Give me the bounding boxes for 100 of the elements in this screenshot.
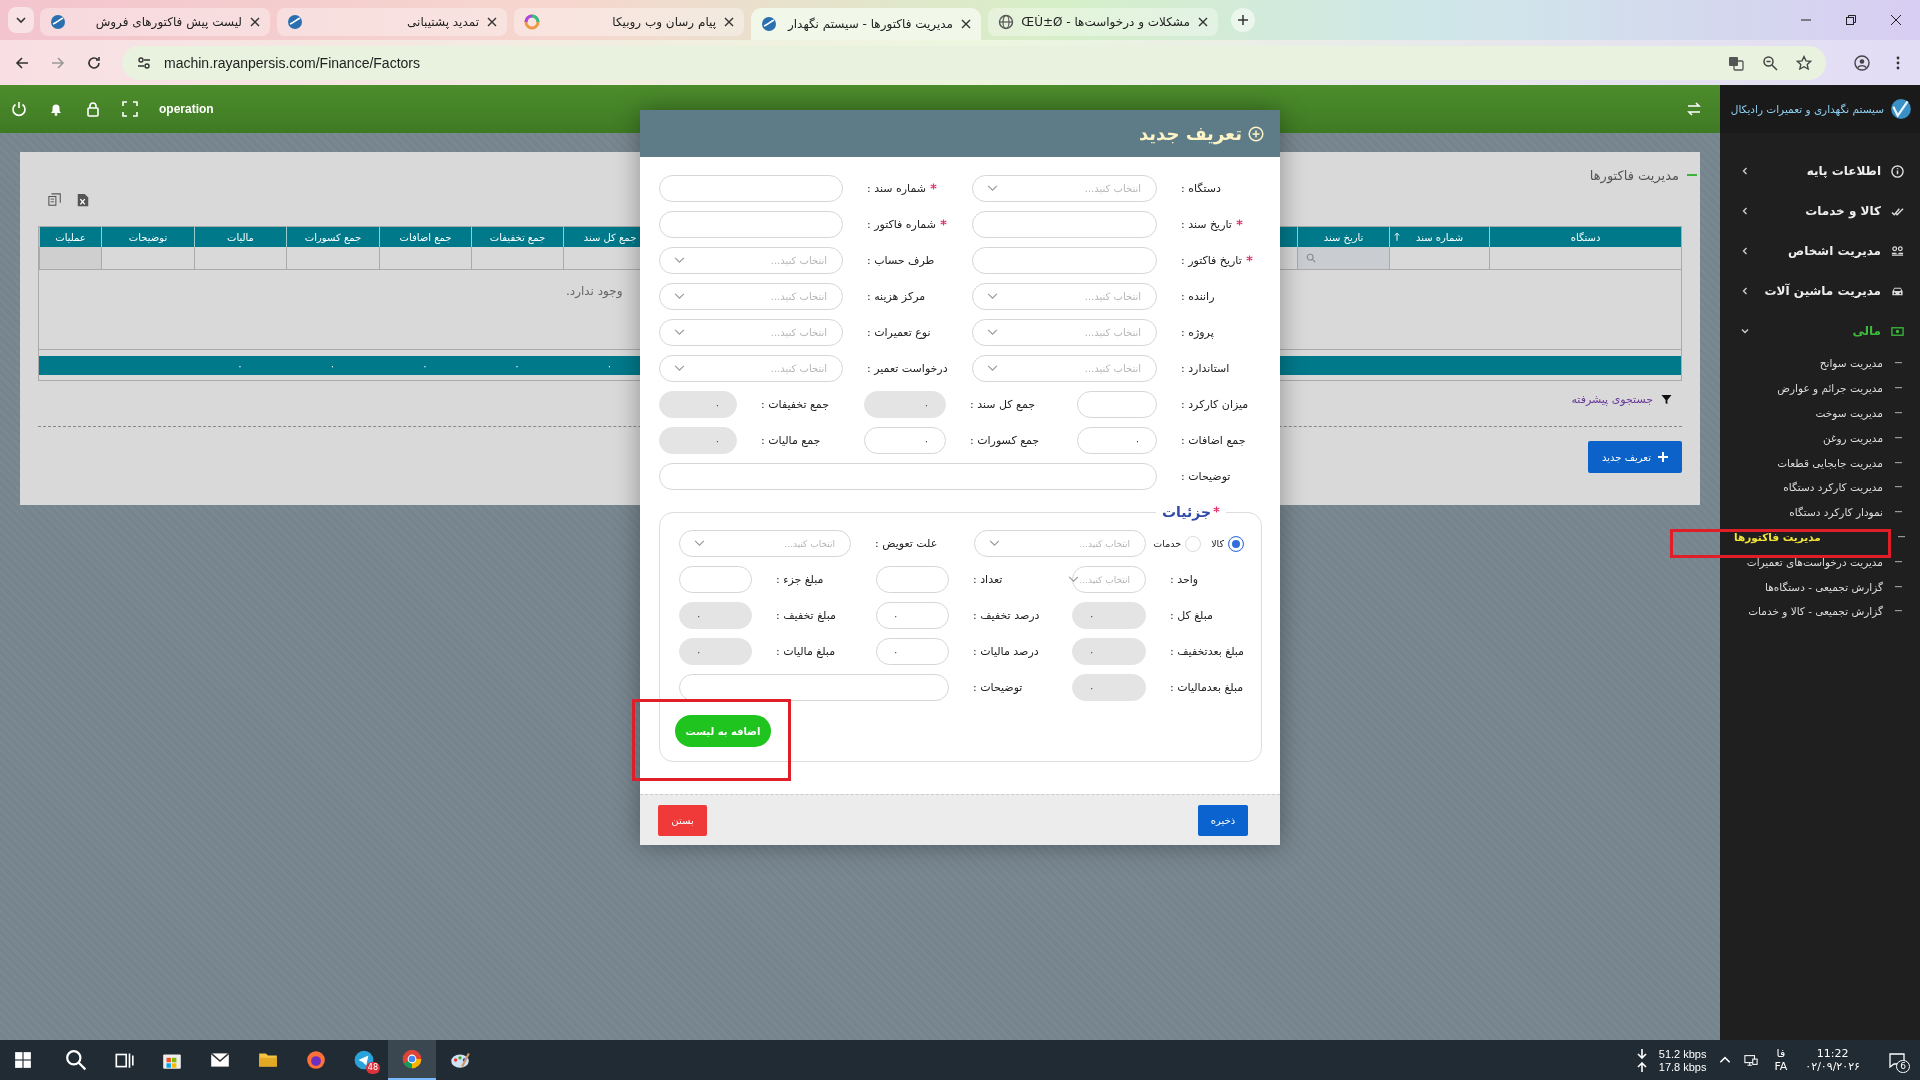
close-icon[interactable] (961, 19, 971, 29)
text-field[interactable]: ۰ (1077, 427, 1157, 454)
readonly-field[interactable]: ۰ (659, 427, 737, 454)
readonly-field[interactable]: ۰ (1072, 638, 1146, 665)
total-value: ۰ (237, 360, 243, 371)
column-header[interactable]: جمع اضافات (379, 227, 471, 247)
advanced-search-link[interactable]: جستجوی پیشرفته (1571, 393, 1653, 406)
chevron-icon (674, 329, 685, 336)
site-settings-icon[interactable] (136, 54, 152, 71)
column-header[interactable]: توضیحات (101, 227, 194, 247)
text-field[interactable] (659, 211, 843, 238)
column-header[interactable]: شماره سند (1389, 227, 1489, 247)
filter-cell[interactable] (1297, 247, 1389, 269)
dash-icon (1895, 461, 1902, 464)
tab-search-button[interactable] (8, 7, 34, 33)
menu-item[interactable]: مدیریت کارکرد دستگاه (1720, 475, 1920, 500)
column-header[interactable]: جمع تخفیفات (471, 227, 563, 247)
page-title: مدیریت فاکتورها (1589, 167, 1679, 183)
browser-tab[interactable]: لیست پیش فاکتورهای فروش (40, 8, 270, 36)
browser-tab[interactable]: تمدید پشتیبانی (277, 8, 507, 36)
close-icon[interactable] (250, 17, 260, 27)
column-header[interactable]: جمع کسورات (286, 227, 379, 247)
reload-icon[interactable] (86, 54, 102, 71)
translate-icon[interactable] (1728, 54, 1744, 71)
menu-item[interactable]: نمودار کارکرد دستگاه (1720, 499, 1920, 525)
text-field[interactable] (679, 566, 752, 593)
readonly-field[interactable]: ۰ (1072, 674, 1146, 701)
text-field[interactable] (679, 674, 949, 701)
browser-tab[interactable]: مشکلات و درخواست‌ها - ŒÙ±Ø (988, 8, 1218, 36)
info-icon (1891, 164, 1904, 178)
readonly-field[interactable]: ۰ (864, 391, 946, 418)
chevron-icon (987, 185, 998, 192)
profile-icon[interactable] (1854, 54, 1870, 71)
dash-icon (1895, 585, 1902, 588)
close-icon[interactable] (1198, 17, 1208, 27)
lock-icon[interactable] (85, 101, 101, 117)
menu-item[interactable]: مدیریت سوخت (1720, 400, 1920, 426)
zoom-icon[interactable] (1762, 54, 1778, 71)
radio-option[interactable]: کالا (1211, 535, 1244, 552)
text-field[interactable] (659, 175, 843, 202)
menu-item[interactable]: مدیریت درخواست‌های تعمیرات (1720, 549, 1920, 575)
new-button[interactable]: تعریف جدید (1588, 441, 1682, 473)
readonly-field[interactable]: ۰ (679, 602, 752, 629)
fullscreen-icon[interactable] (122, 101, 138, 117)
text-field[interactable]: ۰ (876, 638, 949, 665)
menu-group[interactable]: اطلاعات پایه (1720, 151, 1920, 191)
star-icon[interactable] (1796, 54, 1812, 71)
columns-icon[interactable] (48, 192, 62, 208)
menu-group[interactable]: مدیریت اشخاص (1720, 231, 1920, 271)
network-icon[interactable] (1744, 1053, 1759, 1067)
close-icon[interactable] (724, 17, 734, 27)
power-icon[interactable] (11, 101, 27, 117)
chevron-icon (1740, 326, 1750, 336)
text-field[interactable] (659, 463, 1157, 490)
chevron-icon (989, 540, 1000, 547)
close-button[interactable]: بستن (658, 804, 707, 836)
upload-arrow-icon (1636, 1061, 1647, 1072)
windows-icon[interactable] (14, 1051, 32, 1069)
download-arrow-icon (1636, 1048, 1647, 1059)
text-field[interactable]: ۰ (876, 602, 949, 629)
excel-icon[interactable] (76, 192, 90, 208)
text-field[interactable] (1077, 391, 1157, 418)
menu-item[interactable]: مدیریت روغن (1720, 425, 1920, 451)
restore-icon[interactable] (1845, 14, 1857, 26)
close-icon[interactable] (487, 17, 497, 27)
money-icon (1891, 324, 1904, 338)
column-header[interactable]: مالیات (194, 227, 286, 247)
menu-item[interactable]: گزارش تجمیعی - کالا و خدمات (1720, 598, 1920, 624)
field-label: علت تعویض : (875, 537, 938, 550)
notifications-button[interactable]: 6 (1882, 1045, 1912, 1075)
browser-tab[interactable]: پیام رسان وب روبیکا (514, 8, 744, 36)
swap-icon[interactable] (1686, 101, 1702, 117)
chevron-icon (987, 365, 998, 372)
field-label: مبلغ بعدتخفیف : (1170, 645, 1244, 658)
text-field[interactable] (876, 566, 949, 593)
readonly-field[interactable]: ۰ (1072, 602, 1146, 629)
menu-item[interactable]: مدیریت سوانح (1720, 351, 1920, 376)
menu-group[interactable]: مدیریت ماشین آلات (1720, 271, 1920, 311)
menu-item[interactable]: مدیریت جابجایی قطعات (1720, 450, 1920, 475)
menu-item[interactable]: مدیریت فاکتورها (1720, 524, 1920, 550)
filter-cell[interactable] (39, 247, 101, 269)
taskbar-app[interactable]: 48 (340, 1040, 388, 1080)
browser-tab[interactable]: مدیریت فاکتورها - سیستم نگهدار (751, 8, 981, 40)
text-field[interactable]: ۰ (864, 427, 946, 454)
save-button[interactable]: ذخیره (1198, 804, 1248, 836)
column-header[interactable]: دستگاه (1489, 227, 1681, 247)
field-label: طرف حساب : (867, 254, 935, 267)
readonly-field[interactable]: ۰ (679, 638, 752, 665)
back-icon[interactable] (14, 54, 30, 71)
close-icon[interactable] (1890, 14, 1902, 26)
text-field[interactable] (972, 211, 1157, 238)
new-tab-button[interactable] (1231, 8, 1255, 32)
menu-item[interactable]: مدیریت جرائم و عوارض (1720, 375, 1920, 401)
menu-item[interactable]: گزارش تجمیعی - دستگاه‌ها (1720, 574, 1920, 599)
readonly-field[interactable]: ۰ (659, 391, 737, 418)
text-field[interactable] (972, 247, 1157, 274)
radio-option[interactable]: خدمات (1153, 535, 1202, 552)
menu-group[interactable]: مالی (1720, 311, 1920, 351)
menu-group[interactable]: کالا و خدمات (1720, 191, 1920, 231)
address-field[interactable]: machin.rayanpersis.com/Finance/Factors (122, 45, 1826, 80)
